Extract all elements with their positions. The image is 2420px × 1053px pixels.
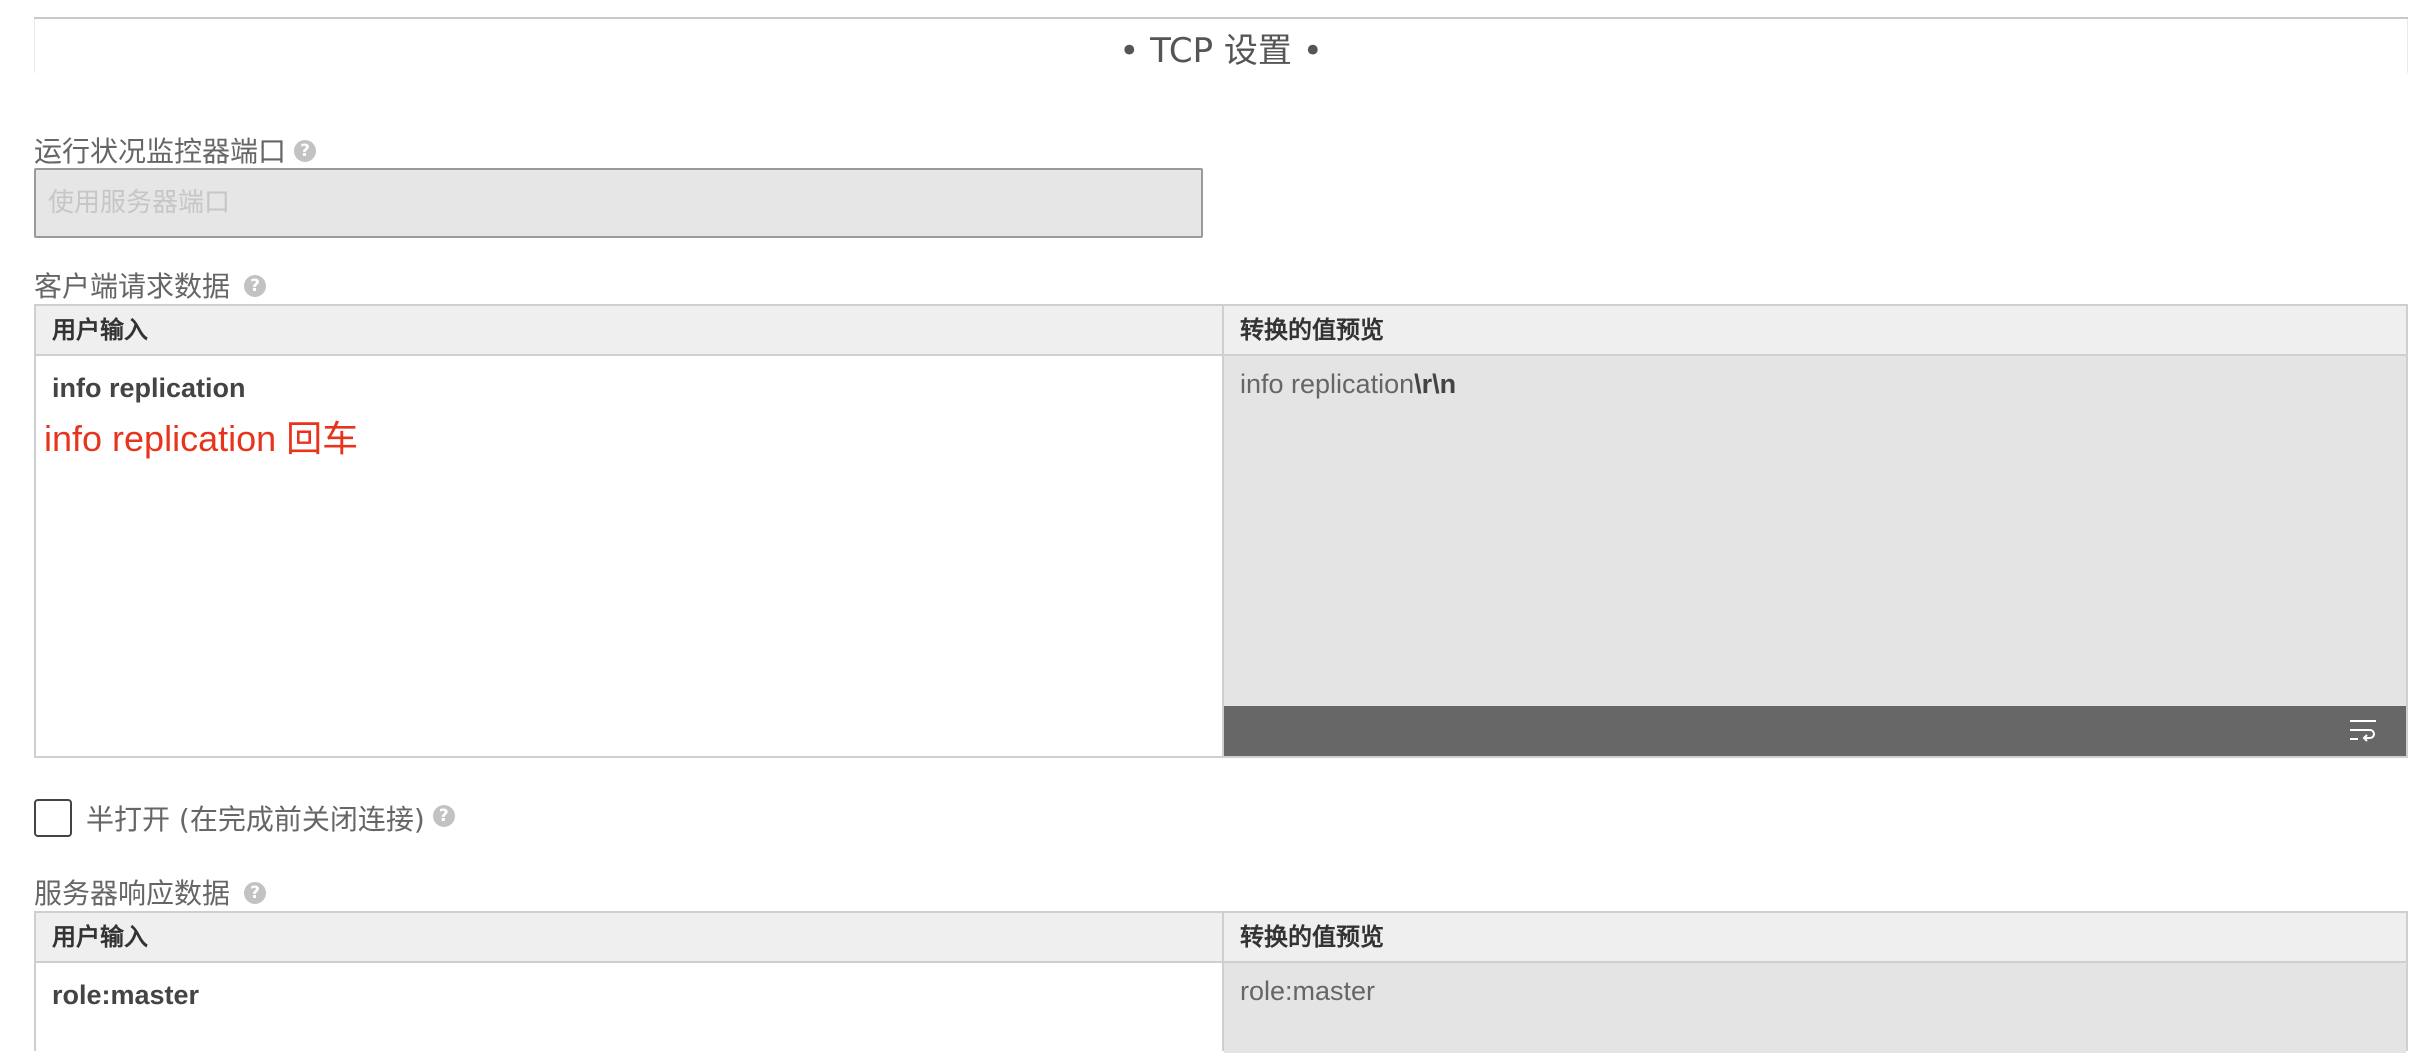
wrap-lines-icon[interactable] (2348, 718, 2378, 744)
server-response-table: 用户输入 转换的值预览 role:master role:master (34, 911, 2408, 1053)
server-response-table-header: 用户输入 转换的值预览 (36, 913, 2406, 963)
client-request-label-row: 客户端请求数据 (34, 267, 267, 307)
half-open-row: 半打开 (在完成前关闭连接) (34, 796, 455, 840)
column-preview: 转换的值预览 (1240, 316, 1384, 344)
preview-toolbar (1224, 706, 2406, 756)
column-preview: 转换的值预览 (1240, 923, 1384, 951)
column-user-input: 用户输入 (52, 316, 148, 344)
server-response-label-row: 服务器响应数据 (34, 874, 267, 914)
server-response-user-input[interactable]: role:master (36, 963, 1222, 1053)
section-title: • TCP 设置 • (1119, 31, 1323, 71)
client-request-table: 用户输入 转换的值预览 info replication info replic… (34, 304, 2408, 758)
client-request-preview: info replication\r\n (1224, 356, 2406, 706)
monitor-port-label: 运行状况监控器端口 (34, 135, 287, 168)
client-request-preview-text: info replication (1240, 369, 1415, 399)
monitor-port-input[interactable] (34, 168, 1203, 238)
server-response-preview: role:master (1224, 963, 2406, 1053)
server-response-label: 服务器响应数据 (34, 877, 231, 910)
question-circle-icon[interactable] (244, 882, 267, 904)
client-request-table-header: 用户输入 转换的值预览 (36, 306, 2406, 356)
client-request-preview-suffix: \r\n (1414, 369, 1457, 399)
question-circle-icon[interactable] (432, 805, 455, 827)
question-circle-icon[interactable] (244, 275, 267, 297)
red-annotation: info replication 回车 (44, 418, 359, 459)
server-response-preview-text: role:master (1240, 976, 1376, 1006)
column-user-input: 用户输入 (52, 923, 148, 951)
half-open-label: 半打开 (在完成前关闭连接) (86, 803, 425, 836)
section-top-rule (34, 17, 2408, 19)
client-request-label: 客户端请求数据 (34, 270, 231, 303)
monitor-port-label-row: 运行状况监控器端口 (34, 132, 317, 172)
half-open-checkbox[interactable] (34, 799, 72, 837)
question-circle-icon[interactable] (294, 140, 317, 162)
